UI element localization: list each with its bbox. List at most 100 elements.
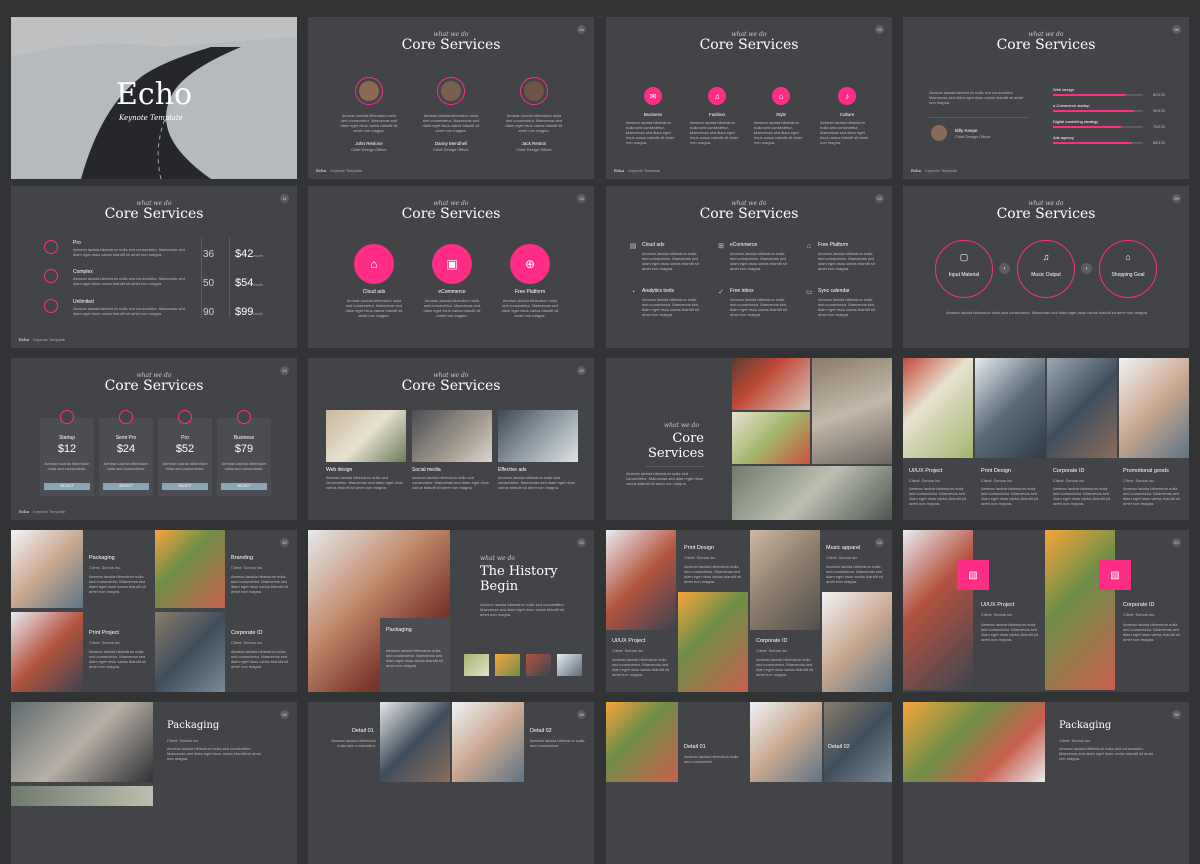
slide-four-photos[interactable]: UI/UX Project Print Design Corporate ID … <box>903 358 1189 520</box>
lock-icon: ▣ <box>432 244 472 284</box>
photo-meeting <box>975 358 1045 458</box>
member-name: John Reslone <box>355 141 383 146</box>
slide-four-services[interactable]: 05 what we do Core Services ✉ ♫ ⌂ ♪ Busi… <box>606 17 892 179</box>
slide-pricing-list[interactable]: 11 what we do Core Services Pro Complex … <box>11 186 297 348</box>
project-desc: Aenean lacinia bibendum nulla sed consec… <box>612 657 669 677</box>
feature-label: Free Platform <box>818 242 849 248</box>
skill-bar <box>1053 142 1133 144</box>
avatar <box>359 81 379 101</box>
service-desc: Aenean lacinia bibendum nulla sed consec… <box>754 120 803 145</box>
slide-footer: Echo Keynote Template <box>19 337 66 342</box>
slide-portfolio-grid[interactable]: 33 Packaging Branding Print Project Corp… <box>11 530 297 692</box>
arrow-right-icon: › <box>1081 263 1092 274</box>
inbox-icon: ✓ <box>718 289 724 296</box>
project-desc: Aenean lacinia bibendum nulla sed consec… <box>756 657 813 677</box>
project-desc: Aenean lacinia bibendum nulla sed consec… <box>826 564 883 584</box>
skill-bar <box>1053 110 1134 112</box>
slide-cover[interactable]: Echo Keynote Template <box>11 17 297 179</box>
box-icon: ▢ <box>959 251 969 262</box>
skill-bar <box>1053 94 1125 96</box>
section-desc: Aenean lacinia bibendum nulla sed consec… <box>626 471 703 486</box>
slide-details-2[interactable]: Detail 01 Detail 02 Aenean lacinia biben… <box>606 702 892 864</box>
project-label: Corporate ID <box>1053 468 1085 474</box>
page-number: 36 <box>1172 710 1181 719</box>
photo-team <box>452 702 524 782</box>
service-desc: Aenean lacinia bibendum nulla sed consec… <box>690 120 739 145</box>
service-desc: Aenean lacinia bibendum nulla sed consec… <box>626 120 675 145</box>
page-number: 24 <box>875 538 884 547</box>
slide-six-features[interactable]: 12 what we do Core Services ▤ ⊞ ⌂ ◔ ✓ ▭ … <box>606 186 892 348</box>
member-bio: Aenean lacinia bibendum nulla sed consec… <box>422 113 480 133</box>
feature-label: Free inbox <box>730 288 754 294</box>
avatar <box>524 81 544 101</box>
photo-man-phone <box>155 612 225 692</box>
project-client: Client: Somos inc. <box>89 640 122 645</box>
photo-sticky-notes <box>903 702 1045 782</box>
plan-desc: Aenean lacinia bibendum nulla sed consec… <box>44 461 90 471</box>
thumb-photo <box>464 654 489 676</box>
step-ring <box>1099 240 1157 298</box>
photo-branding <box>732 412 810 464</box>
service-desc: Aenean lacinia bibendum nulla sed consec… <box>345 298 403 318</box>
slide-portfolio-mix[interactable]: 24 Print Design Music apparel UI/UX Proj… <box>606 530 892 692</box>
project-client: Client: Somos inc. <box>756 648 789 653</box>
project-label: UI/UX Project <box>909 468 943 474</box>
slide-title: Core Services <box>648 431 704 461</box>
select-button[interactable]: SELECT <box>162 483 208 490</box>
slide-footer: Echo Keynote Template <box>911 168 958 173</box>
slide-packaging-2[interactable]: 36 Packaging Client: Somos inc. Aenean l… <box>903 702 1189 864</box>
project-desc: Aenean lacinia bibendum nulla sed consec… <box>909 486 966 506</box>
packaging-label: Packaging <box>386 627 412 633</box>
plan-desc: Aenean lacinia bibendum nulla sed consec… <box>162 461 208 471</box>
slide-skills[interactable]: 06 what we do Core Services Aenean lacin… <box>903 17 1189 179</box>
slide-three-circles[interactable]: 13 what we do Core Services ⌂ ▣ ⊕ Cloud … <box>308 186 594 348</box>
slide-services-photos[interactable]: 21 what we do CoreServices Aenean lacini… <box>606 358 892 520</box>
member-role: Chief Design Officer <box>433 147 469 152</box>
slide-pricing-cards[interactable]: 14 what we do Core Services Startup Semi… <box>11 358 297 520</box>
select-button[interactable]: SELECT <box>44 483 90 490</box>
project-client: Client: Somos inc. <box>1059 738 1092 743</box>
slide-portfolio-pink[interactable]: 23 ▧ ▧ UI/UX Project Corporate ID Client… <box>903 530 1189 692</box>
photo-man-phone <box>824 702 892 782</box>
project-label: Print Design <box>981 468 1011 474</box>
arrow-right-icon: › <box>999 263 1010 274</box>
service-desc: Aenean lacinia bibendum nulla sed consec… <box>820 120 869 145</box>
plan-price: $42month <box>235 248 264 260</box>
slide-history[interactable]: 22 Packaging Aenean lacinia bibendum nul… <box>308 530 594 692</box>
project-desc: Aenean lacinia bibendum nulla sed consec… <box>981 486 1038 506</box>
slide-team[interactable]: 04 what we do Core Services Aenean lacin… <box>308 17 594 179</box>
skill-value: 80/100 <box>1153 92 1166 97</box>
slide-title: Core Services <box>104 206 204 222</box>
plan-users: 90 <box>203 307 215 318</box>
member-name: Jack Reston <box>521 141 547 146</box>
step-ring <box>1017 240 1075 298</box>
slide-footer: Echo Keynote Template <box>316 168 363 173</box>
complex-icon <box>44 269 58 283</box>
photo-label: Effective ads <box>498 467 527 473</box>
slide-title: Core Services <box>996 206 1096 222</box>
select-button[interactable]: SELECT <box>103 483 149 490</box>
mail-icon: ✉ <box>644 87 662 105</box>
service-label: Free Platform <box>514 289 546 295</box>
slide-title: Packaging <box>167 720 220 731</box>
photo-woman <box>1119 358 1189 458</box>
photo-team <box>750 702 822 782</box>
select-button[interactable]: SELECT <box>221 483 267 490</box>
slide-three-photos[interactable]: 20 what we do Core Services Web design S… <box>308 358 594 520</box>
slide-packaging[interactable]: 34 Packaging Client: Somos inc. Aenean l… <box>11 702 297 864</box>
member-role: Chief Design Officer <box>351 147 387 152</box>
project-desc: Aenean lacinia bibendum nulla sed consec… <box>981 622 1038 642</box>
slide-title: Core Services <box>996 37 1096 53</box>
project-label: UI/UX Project <box>612 638 646 644</box>
packaging-desc: Aenean lacinia bibendum nulla sed consec… <box>386 648 443 668</box>
unlimited-icon <box>44 299 58 313</box>
slide-kicker: what we do <box>664 422 699 429</box>
feature-desc: Aenean lacinia bibendum nulla sed consec… <box>642 251 699 271</box>
slide-details[interactable]: 35 Detail 01 Detail 02 Aenean lacinia bi… <box>308 702 594 864</box>
divider <box>929 117 1029 118</box>
project-client: Client: Somos inc. <box>89 565 122 570</box>
photo-label: Social media <box>412 467 441 473</box>
slide-process[interactable]: 09 what we do Core Services ▢ ♫ ⌂ Input … <box>903 186 1189 348</box>
slide-title: Packaging <box>1059 720 1112 731</box>
project-client: Client: Somos inc. <box>684 555 717 560</box>
